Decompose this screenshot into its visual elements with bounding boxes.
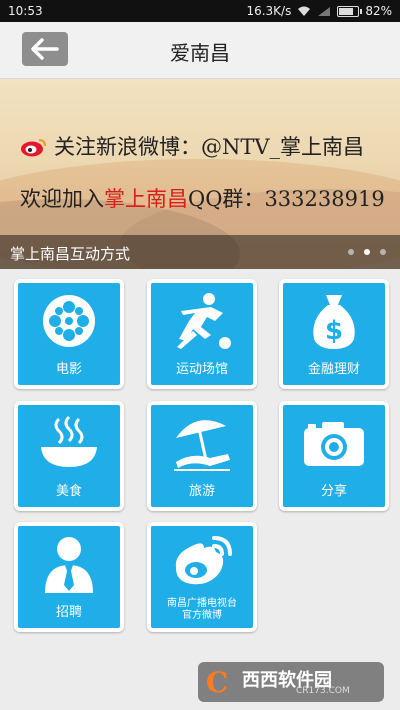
banner-qq-number: 333238919 [264, 187, 385, 211]
banner-qq-line: 欢迎加入掌上南昌QQ群：333238919 [20, 183, 385, 213]
tile-share[interactable]: 分享 [279, 401, 389, 511]
watermark-url: CR173.COM [296, 686, 350, 696]
hot-bowl-icon [41, 415, 97, 467]
carousel-dot[interactable] [380, 249, 386, 255]
weibo-icon [175, 536, 232, 585]
film-reel-icon [43, 295, 95, 347]
carousel-dot-active[interactable] [364, 249, 370, 255]
tile-label: 美食 [55, 484, 82, 499]
banner-weibo-handle: @NTV_掌上南昌 [201, 135, 365, 159]
watermark-logo-icon: C [206, 666, 229, 699]
tile-label: 电影 [55, 362, 82, 377]
banner-qq-prefix: 欢迎加入 [20, 187, 104, 211]
carousel-dot[interactable] [348, 249, 354, 255]
tile-sports-venue[interactable]: 运动场馆 [147, 279, 257, 389]
signal-icon [318, 6, 331, 16]
money-bag-icon: $ [313, 295, 355, 349]
tile-label: 运动场馆 [175, 362, 228, 377]
tile-label-line2: 官方微博 [182, 610, 222, 621]
tile-food[interactable]: 美食 [14, 401, 124, 511]
network-speed: 16.3K/s [246, 4, 292, 18]
tile-label: 分享 [320, 484, 347, 499]
tile-label-line1: 南昌广播电视台 [167, 598, 237, 609]
banner-qq-highlight: 掌上南昌 [104, 187, 188, 211]
businessman-icon [45, 537, 93, 593]
tile-label: 南昌广播电视台 官方微博 [151, 598, 253, 622]
status-time: 10:53 [8, 4, 43, 18]
banner-qq-suffix: QQ群： [188, 187, 265, 211]
svg-text:$: $ [325, 316, 343, 346]
weibo-logo-icon [21, 139, 46, 157]
battery-level: 82% [365, 4, 392, 18]
banner-weibo-line: 关注新浪微博：@NTV_掌上南昌 [20, 131, 364, 161]
page-title: 爱南昌 [170, 41, 230, 65]
tile-official-weibo[interactable]: 南昌广播电视台 官方微博 [147, 522, 257, 632]
wifi-icon [298, 6, 311, 16]
app-header: 爱南昌 [0, 22, 400, 79]
status-bar: 10:53 16.3K/s 82% [0, 0, 400, 22]
tile-label: 招聘 [55, 605, 82, 620]
beach-umbrella-icon [174, 420, 230, 471]
soccer-player-icon [177, 293, 231, 349]
banner-caption: 掌上南昌互动方式 [10, 245, 131, 263]
tile-label: 金融理财 [307, 362, 360, 377]
tile-travel[interactable]: 旅游 [147, 401, 257, 511]
banner-caption-bar: 掌上南昌互动方式 [0, 235, 400, 269]
tile-label: 旅游 [188, 484, 215, 499]
camera-icon [304, 422, 364, 466]
carousel-indicator [348, 249, 386, 255]
battery-icon [337, 5, 363, 17]
tile-movie[interactable]: 电影 [14, 279, 124, 389]
tile-finance[interactable]: $ 金融理财 [279, 279, 389, 389]
banner-weibo-prefix: 关注新浪微博： [54, 135, 201, 159]
site-watermark: C 西西软件园 CR173.COM [198, 662, 384, 702]
tile-jobs[interactable]: 招聘 [14, 522, 124, 632]
promo-banner[interactable]: 关注新浪微博：@NTV_掌上南昌 欢迎加入掌上南昌QQ群：333238919 掌… [0, 79, 400, 269]
